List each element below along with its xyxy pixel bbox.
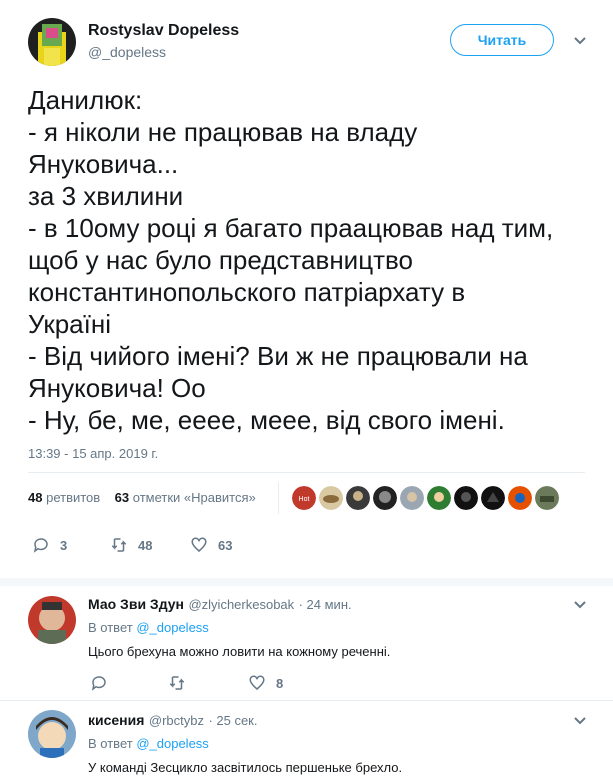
reply-time[interactable]: · 24 мин. <box>299 597 352 612</box>
like-action[interactable]: 63 <box>190 536 232 554</box>
like-label[interactable]: отметки «Нравится» <box>133 490 256 505</box>
reply-item[interactable]: кисения @rbctybz · 25 сек. В ответ @_dop… <box>0 702 613 781</box>
like-count[interactable]: 63 <box>115 490 129 505</box>
reply-avatar[interactable] <box>28 710 76 758</box>
stats-separator <box>278 482 279 514</box>
like-action-count: 63 <box>218 537 233 553</box>
svg-text:Hot: Hot <box>299 496 310 503</box>
reply-time[interactable]: · 25 сек. <box>208 713 257 728</box>
retweet-action[interactable] <box>168 674 196 692</box>
tweet-line: Януковича... <box>28 149 179 179</box>
liker-avatar[interactable] <box>535 486 559 510</box>
section-separator <box>0 578 613 586</box>
reply-text: Цього брехуна можно ловити на кожному ре… <box>88 644 391 659</box>
reply-action[interactable] <box>90 674 118 692</box>
liker-avatar[interactable] <box>508 486 532 510</box>
reply-header: кисения @rbctybz · 25 сек. <box>88 712 257 730</box>
tweet-line: - Ну, бе, ме, ееее, мeee, від свого імен… <box>28 405 505 435</box>
liker-avatar[interactable] <box>346 486 370 510</box>
reply-to-link[interactable]: @_dopeless <box>136 620 208 635</box>
like-action-count: 8 <box>276 675 284 691</box>
author-handle[interactable]: @_dopeless <box>88 44 166 60</box>
author-avatar[interactable] <box>28 18 76 66</box>
chevron-down-icon[interactable] <box>573 36 587 46</box>
retweet-icon <box>169 676 185 690</box>
reply-context: В ответ @_dopeless <box>88 620 209 635</box>
reply-icon <box>91 676 106 691</box>
reply-to-link[interactable]: @_dopeless <box>136 736 208 751</box>
divider <box>0 700 613 701</box>
reply-context: В ответ @_dopeless <box>88 736 209 751</box>
like-icon <box>191 537 207 552</box>
liker-avatars: Hot <box>292 486 559 510</box>
tweet-line: - в 10ому році я багато праацював над ти… <box>28 213 554 243</box>
liker-avatar[interactable] <box>373 486 397 510</box>
like-action[interactable]: 8 <box>248 674 283 692</box>
retweet-icon <box>111 538 127 552</box>
tweet-line: щоб у нас було представництво <box>28 245 413 275</box>
retweet-label[interactable]: ретвитов <box>46 490 100 505</box>
reply-icon <box>33 538 48 553</box>
reply-to-prefix: В ответ <box>88 736 133 751</box>
tweet-text: Данилюк: - я ніколи не працював на владу… <box>28 84 598 436</box>
follow-button[interactable]: Читать <box>450 24 554 56</box>
liker-avatar[interactable] <box>400 486 424 510</box>
liker-avatar[interactable] <box>481 486 505 510</box>
tweet-line: Януковича! Оо <box>28 373 206 403</box>
reply-header: Мао Зви Здун @zlyicherkesobak · 24 мин. <box>88 596 352 614</box>
tweet-line: за 3 хвилини <box>28 181 184 211</box>
divider <box>28 472 585 473</box>
retweet-count[interactable]: 48 <box>28 490 42 505</box>
tweet-line: Україні <box>28 309 112 339</box>
reply-item[interactable]: Мао Зви Здун @zlyicherkesobak · 24 мин. … <box>0 586 613 696</box>
reply-author-handle[interactable]: @rbctybz <box>149 713 204 728</box>
reply-count: 3 <box>60 537 68 553</box>
tweet-timestamp[interactable]: 13:39 - 15 апр. 2019 г. <box>28 446 158 461</box>
reply-to-prefix: В ответ <box>88 620 133 635</box>
reply-author-handle[interactable]: @zlyicherkesobak <box>188 597 294 612</box>
reply-author-name[interactable]: Мао Зви Здун <box>88 596 184 612</box>
tweet-line: - Від чийого імені? Ви ж не працювали на <box>28 341 528 371</box>
tweet-stats: 48 ретвитов 63 отметки «Нравится» <box>28 490 256 505</box>
liker-avatar[interactable] <box>427 486 451 510</box>
retweet-action[interactable]: 48 <box>110 536 152 554</box>
reply-author-name[interactable]: кисения <box>88 712 144 728</box>
tweet-line: Данилюк: <box>28 85 143 115</box>
reply-action[interactable]: 3 <box>32 536 67 554</box>
retweet-action-count: 48 <box>138 537 153 553</box>
chevron-down-icon[interactable] <box>573 600 587 610</box>
liker-avatar[interactable] <box>319 486 343 510</box>
reply-text: У команді Зесцикло засвітилось першеньке… <box>88 760 403 775</box>
liker-avatar[interactable] <box>454 486 478 510</box>
author-name[interactable]: Rostyslav Dopeless <box>88 22 239 40</box>
reply-avatar[interactable] <box>28 596 76 644</box>
tweet-line: - я ніколи не працював на владу <box>28 117 418 147</box>
chevron-down-icon[interactable] <box>573 716 587 726</box>
like-icon <box>249 675 265 690</box>
liker-avatar[interactable]: Hot <box>292 486 316 510</box>
tweet-line: константинопольского патріархату в <box>28 277 466 307</box>
